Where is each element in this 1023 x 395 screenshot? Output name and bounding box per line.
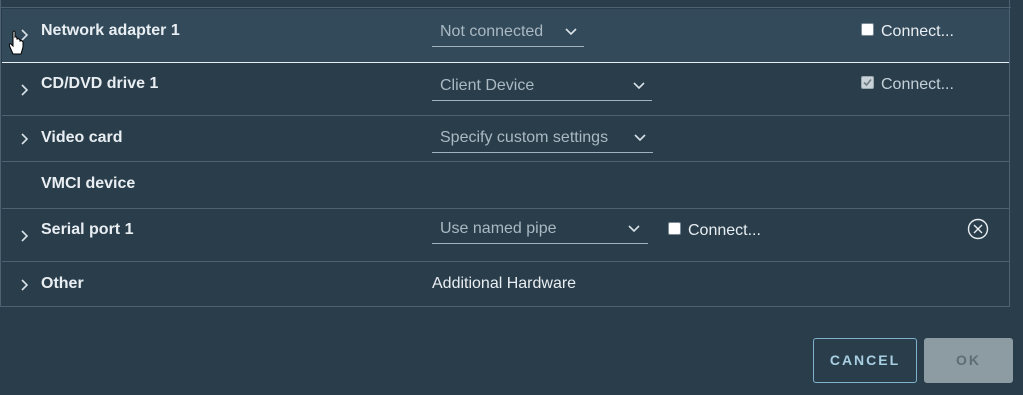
row-serial-port-1[interactable]: Serial port 1 Use named pipe Connect...: [2, 209, 1009, 262]
select-value: Client Device: [440, 77, 535, 94]
row-label: Serial port 1: [41, 221, 134, 238]
row-other[interactable]: Other Additional Hardware: [2, 262, 1009, 307]
row-label: Video card: [41, 129, 123, 146]
top-row-strip: [1, 0, 1011, 8]
additional-hardware-text: Additional Hardware: [432, 275, 577, 292]
select-value: Not connected: [440, 23, 544, 40]
serial-port-type-select[interactable]: Use named pipe: [432, 218, 648, 244]
connect-label: Connect...: [688, 222, 761, 239]
row-cd-dvd-drive-1[interactable]: CD/DVD drive 1 Client Device Connect...: [2, 63, 1009, 116]
chevron-right-icon[interactable]: [20, 279, 30, 291]
cancel-button[interactable]: CANCEL: [813, 338, 917, 383]
connect-checkbox[interactable]: [861, 76, 874, 89]
row-video-card[interactable]: Video card Specify custom settings: [2, 116, 1009, 162]
row-label: Network adapter 1: [41, 22, 180, 39]
hardware-panel: Network adapter 1 Not connected Connect.…: [0, 0, 1011, 307]
chevron-right-icon[interactable]: [20, 84, 30, 96]
ok-button[interactable]: OK: [924, 338, 1013, 383]
row-network-adapter-1[interactable]: Network adapter 1 Not connected Connect.…: [2, 9, 1009, 63]
hand-pointer-icon: [8, 30, 24, 55]
chevron-down-icon: [628, 225, 640, 233]
row-label: CD/DVD drive 1: [41, 75, 159, 92]
chevron-right-icon[interactable]: [20, 230, 30, 242]
connect-checkbox[interactable]: [861, 23, 874, 36]
connect-label: Connect...: [881, 23, 954, 40]
connect-label: Connect...: [881, 76, 954, 93]
row-label: VMCI device: [41, 175, 136, 192]
select-value: Specify custom settings: [440, 129, 609, 146]
chevron-down-icon: [634, 134, 646, 142]
cd-dvd-media-select[interactable]: Client Device: [432, 75, 652, 101]
row-vmci-device: VMCI device: [2, 162, 1009, 209]
network-connection-select[interactable]: Not connected: [432, 21, 584, 47]
chevron-down-icon: [565, 28, 577, 36]
row-label: Other: [41, 275, 84, 292]
select-value: Use named pipe: [440, 220, 557, 237]
chevron-down-icon: [633, 82, 645, 90]
video-card-settings-select[interactable]: Specify custom settings: [432, 127, 653, 153]
chevron-right-icon[interactable]: [20, 133, 30, 145]
remove-circle-icon[interactable]: [967, 218, 989, 240]
connect-checkbox[interactable]: [668, 222, 681, 235]
